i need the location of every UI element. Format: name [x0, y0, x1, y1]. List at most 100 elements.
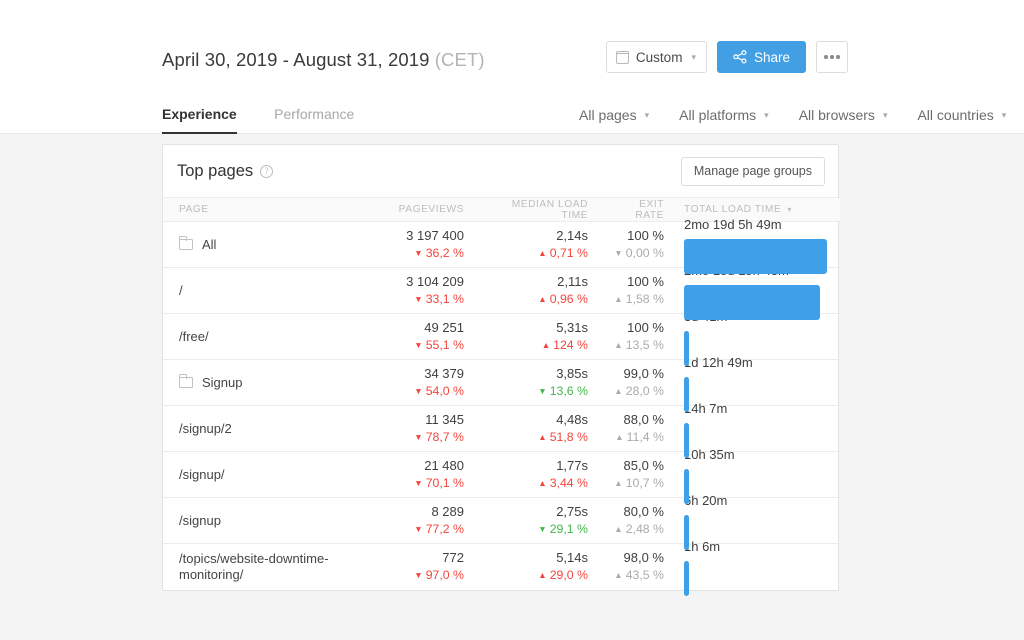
median-delta: ▼ 29,1 % — [490, 521, 588, 538]
chevron-down-icon: ▾ — [644, 110, 650, 120]
filter-all-platforms[interactable]: All platforms ▾ — [679, 96, 769, 134]
median-value: 2,14s — [556, 228, 588, 243]
median-value: 2,75s — [556, 504, 588, 519]
total-load-time-bar — [684, 514, 827, 550]
cell-page[interactable]: /signup — [163, 497, 359, 544]
trend-arrow-icon: ▲ — [538, 478, 547, 488]
cell-page[interactable]: Signup — [163, 359, 359, 406]
cell-total-load-time: 1h 6m — [677, 539, 840, 596]
trend-arrow-icon: ▼ — [414, 432, 423, 442]
table-row[interactable]: /free/49 251 ▼ 55,1 % 5,31s ▲ 124 % 100 % ▲ 13,5… — [163, 309, 840, 366]
filter-bar: All pages ▾ All platforms ▾ All browsers… — [579, 96, 1006, 134]
col-exit-rate[interactable]: EXIT RATE — [601, 197, 677, 222]
col-total-load-time-sort[interactable]: TOTAL LOAD TIME ▾ — [684, 204, 792, 215]
page-cell: All — [178, 236, 346, 253]
custom-date-button[interactable]: Custom ▾ — [605, 41, 707, 73]
table-row[interactable]: Signup 34 379 ▼ 54,0 % 3,85s ▼ 13,6 % 99,0 % ▲ 28… — [163, 355, 840, 412]
exit-rate-delta-value: 10,7 % — [625, 476, 664, 490]
pageviews-delta-value: 70,1 % — [425, 476, 464, 490]
share-button[interactable]: Share — [716, 41, 806, 73]
total-load-time-bar-fill — [684, 284, 820, 320]
table-row[interactable]: /signup 8 289 ▼ 77,2 % 2,75s ▼ 29,1 % 80,0 % ▲ 2,… — [163, 493, 840, 550]
cell-total-load-time: 2mo 19d 5h 49m — [677, 217, 840, 274]
tab-performance[interactable]: Performance — [274, 96, 354, 134]
filter-all-pages[interactable]: All pages ▾ — [579, 96, 649, 134]
cell-page[interactable]: /topics/website-downtime-monitoring/ — [163, 544, 359, 590]
exit-rate-delta: ▼ 0,00 % — [614, 245, 664, 262]
median-value: 5,14s — [556, 550, 588, 566]
pageviews-value: 3 104 209 — [406, 274, 464, 289]
manage-page-groups-button[interactable]: Manage page groups — [680, 156, 825, 186]
cell-pageviews: 8 289 ▼ 77,2 % — [359, 497, 477, 544]
trend-arrow-icon: ▼ — [414, 524, 423, 534]
trend-arrow-icon: ▼ — [414, 478, 423, 488]
tab-experience[interactable]: Experience — [162, 96, 237, 134]
chevron-down-icon: ▾ — [787, 205, 792, 214]
cell-median-load-time: 3,85s ▼ 13,6 % — [477, 359, 601, 406]
pageviews-value: 772 — [442, 550, 464, 566]
trend-arrow-icon: ▲ — [614, 524, 623, 534]
table-row[interactable]: All 3 197 400 ▼ 36,2 % 2,14s ▲ 0,71 % 100 % ▼ 0,0… — [163, 217, 840, 274]
exit-rate-delta: ▲ 13,5 % — [614, 337, 664, 354]
table-row[interactable]: /signup/21 480 ▼ 70,1 % 1,77s ▲ 3,44 % 85,0 % ▲… — [163, 447, 840, 504]
pageviews-delta: ▼ 55,1 % — [372, 337, 464, 354]
col-pageviews[interactable]: PAGEVIEWS — [359, 197, 477, 222]
cell-page[interactable]: All — [163, 221, 359, 268]
median-value: 3,85s — [556, 366, 588, 381]
exit-rate-value: 99,0 % — [623, 366, 664, 381]
col-total-load-time-label: TOTAL LOAD TIME — [684, 204, 782, 215]
chevron-down-icon: ▾ — [1001, 110, 1007, 120]
total-load-time-bar — [684, 422, 827, 458]
page-name: Signup — [202, 374, 243, 390]
exit-rate-value: 100 % — [627, 228, 664, 243]
exit-rate-delta-value: 1,58 % — [625, 292, 664, 306]
pageviews-value: 8 289 — [431, 504, 464, 519]
filter-all-countries[interactable]: All countries ▾ — [917, 96, 1006, 134]
total-load-time-value: 2mo 19d 5h 49m — [684, 216, 782, 232]
cell-total-load-time: 14h 7m — [677, 401, 840, 458]
col-page[interactable]: PAGE — [163, 197, 359, 222]
cell-page[interactable]: / — [163, 267, 359, 314]
page-cell: /signup/ — [179, 467, 346, 483]
median-delta-value: 51,8 % — [549, 430, 588, 444]
cell-pageviews: 11 345 ▼ 78,7 % — [359, 405, 477, 452]
exit-rate-delta: ▲ 11,4 % — [614, 429, 664, 446]
cell-page[interactable]: /free/ — [163, 313, 359, 360]
top-pages-card: Top pages ? Manage page groups PAGE PAGE… — [162, 144, 840, 596]
more-options-button[interactable] — [816, 41, 848, 73]
trend-arrow-icon: ▲ — [614, 570, 623, 581]
pageviews-delta-value: 54,0 % — [425, 384, 464, 398]
median-delta: ▲ 0,96 % — [490, 291, 588, 308]
table-row[interactable]: /signup/2 11 345 ▼ 78,7 % 4,48s ▲ 51,8 % 88,0 %… — [163, 401, 840, 458]
trend-arrow-icon: ▼ — [414, 340, 423, 350]
trend-arrow-icon: ▲ — [538, 570, 547, 581]
exit-rate-delta-value: 28,0 % — [625, 384, 664, 398]
exit-rate-delta-value: 0,00 % — [625, 246, 664, 260]
analytics-page: April 30, 2019 - August 31, 2019 (CET) C… — [0, 0, 1024, 640]
cell-exit-rate: 99,0 % ▲ 28,0 % — [601, 359, 677, 406]
timezone-label: (CET) — [434, 49, 485, 70]
folder-icon — [178, 374, 193, 388]
filter-all-browsers[interactable]: All browsers ▾ — [799, 96, 888, 134]
total-load-time-bar-fill — [684, 560, 689, 596]
table-row[interactable]: /3 104 209 ▼ 33,1 % 2,11s ▲ 0,96 % 100 % ▲ 1,58 … — [163, 263, 840, 320]
top-pages-table: PAGE PAGEVIEWS MEDIAN LOAD TIME EXIT RAT… — [163, 197, 840, 596]
trend-arrow-icon: ▼ — [414, 294, 423, 304]
cell-median-load-time: 5,14s ▲ 29,0 % — [477, 544, 601, 590]
cell-median-load-time: 1,77s ▲ 3,44 % — [477, 451, 601, 498]
total-load-time-bar-fill — [684, 376, 689, 412]
chevron-down-icon: ▾ — [764, 110, 769, 120]
pageviews-value: 3 197 400 — [406, 228, 464, 243]
cell-page[interactable]: /signup/2 — [163, 405, 359, 452]
exit-rate-value: 80,0 % — [623, 504, 664, 519]
help-circle-icon[interactable]: ? — [260, 164, 274, 178]
total-load-time-bar-fill — [684, 468, 689, 504]
table-row[interactable]: /topics/website-downtime-monitoring/772 ▼… — [163, 539, 840, 596]
median-delta: ▲ 3,44 % — [490, 475, 588, 492]
card-title-label: Top pages — [177, 161, 254, 180]
col-median-load-time[interactable]: MEDIAN LOAD TIME — [477, 197, 601, 222]
page-name: /topics/website-downtime-monitoring/ — [179, 550, 329, 582]
cell-page[interactable]: /signup/ — [163, 451, 359, 498]
trend-arrow-icon: ▼ — [538, 386, 547, 396]
median-delta: ▲ 124 % — [490, 337, 588, 354]
